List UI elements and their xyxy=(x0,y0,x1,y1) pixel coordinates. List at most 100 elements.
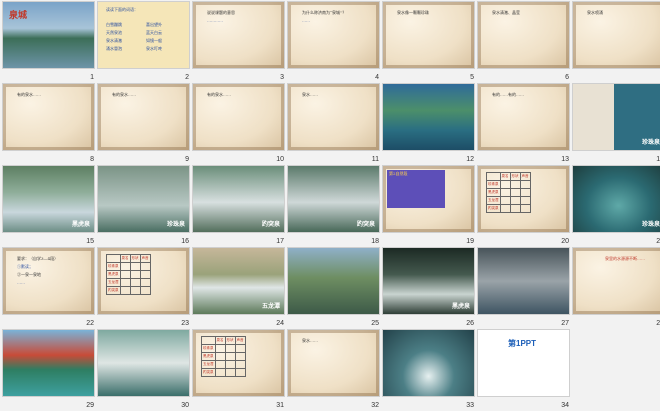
table-header: 形状 xyxy=(509,172,521,181)
slide-thumbnail[interactable]: 12 xyxy=(382,83,477,165)
slide-number: 30 xyxy=(181,402,189,409)
slide-thumbnail[interactable]: 泉名 形状 声音 珍珠泉 黑虎泉 五龙潭 趵突泉 31 xyxy=(192,329,287,411)
slide-thumbnail[interactable]: 五龙潭 24 xyxy=(192,247,287,329)
slide-number: 21 xyxy=(656,238,660,245)
slide-preview[interactable]: 泉水像一颗颗珍珠 xyxy=(382,1,475,69)
slide-preview[interactable]: 泉水清澈、晶莹 xyxy=(477,1,570,69)
slide-thumbnail[interactable]: 30 xyxy=(97,329,192,411)
slide-preview[interactable]: 珍珠泉 xyxy=(572,83,660,151)
slide-number: 5 xyxy=(470,74,474,81)
table-row-label: 黑虎泉 xyxy=(486,188,501,197)
slide-preview[interactable]: 为什么称济南为“泉城”？ …… xyxy=(287,1,380,69)
slide-preview[interactable]: 有的泉水…… xyxy=(2,83,95,151)
slide-preview[interactable]: 要求：（自学3—4段） ①默读； ②一泉一泉地 …… xyxy=(2,247,95,315)
table-header: 泉名 xyxy=(119,254,131,263)
slide-preview[interactable]: 泉名 形状 声音 珍珠泉 黑虎泉 五龙潭 趵突泉 xyxy=(192,329,285,397)
slide-preview[interactable]: 有的泉水…… xyxy=(192,83,285,151)
slide-preview[interactable]: 五龙潭 xyxy=(192,247,285,315)
slide-thumbnail[interactable]: 第2自然段 19 xyxy=(382,165,477,247)
slide-number: 16 xyxy=(181,238,189,245)
slide-thumbnail[interactable]: 泉水像一颗颗珍珠 5 xyxy=(382,1,477,83)
slide-thumbnail[interactable]: 有的泉水…… 10 xyxy=(192,83,287,165)
slide-preview[interactable]: 泉名 形状 声音 珍珠泉 黑虎泉 五龙潭 趵突泉 xyxy=(97,247,190,315)
slide-preview[interactable]: 泉城 xyxy=(2,1,95,69)
slide-preview[interactable]: 泉里的水源源不断…… xyxy=(572,247,660,315)
slide-thumbnail[interactable]: 29 xyxy=(2,329,97,411)
slide-thumbnail[interactable]: 珍珠泉 16 xyxy=(97,165,192,247)
slide-text: ………… xyxy=(207,18,223,23)
slide-thumbnail[interactable]: 黑虎泉 26 xyxy=(382,247,477,329)
slide-text: 有的泉水…… xyxy=(17,92,41,97)
slide-text: 泉水叮咚 xyxy=(146,46,162,51)
slide-thumbnail[interactable]: 读读下面的词语： 白雪蹦跳 喜出望外 天然泉池 蓝天白云 泉水清澈 如镜一般 涌水冒泡 泉水叮咚… xyxy=(97,1,192,83)
table-row-label: 趵突泉 xyxy=(201,368,216,377)
slide-preview[interactable] xyxy=(382,329,475,397)
slide-preview[interactable]: 有的……有的…… xyxy=(477,83,570,151)
slide-preview[interactable]: 泉名 形状 声音 珍珠泉 黑虎泉 五龙潭 趵突泉 xyxy=(477,165,570,233)
slide-preview[interactable] xyxy=(382,83,475,151)
table-row-label: 珍珠泉 xyxy=(201,344,216,353)
slide-preview[interactable]: 有的泉水…… xyxy=(97,83,190,151)
slide-number: 6 xyxy=(565,74,569,81)
photo-caption: 珍珠泉 xyxy=(641,140,660,146)
slide-thumbnail[interactable]: 泉名 形状 声音 珍珠泉 黑虎泉 五龙潭 趵突泉 20 xyxy=(477,165,572,247)
slide-preview[interactable]: 趵突泉 xyxy=(287,165,380,233)
slide-thumbnail[interactable]: 泉名 形状 声音 珍珠泉 黑虎泉 五龙潭 趵突泉 23 xyxy=(97,247,192,329)
slide-thumbnail[interactable]: 为什么称济南为“泉城”？ …… 4 xyxy=(287,1,382,83)
slide-number: 33 xyxy=(466,402,474,409)
slide-preview[interactable] xyxy=(2,329,95,397)
slide-number: 8 xyxy=(90,156,94,163)
table-header: 形状 xyxy=(224,336,236,345)
slide-thumbnail[interactable]: 说说课题的意思 ………… 3 xyxy=(192,1,287,83)
slide-thumbnail[interactable]: 泉里的水源源不断…… 28 xyxy=(572,247,660,329)
slide-thumbnail[interactable]: 泉城 1 xyxy=(2,1,97,83)
slide-thumbnail[interactable]: 27 xyxy=(477,247,572,329)
slide-preview[interactable] xyxy=(97,329,190,397)
slide-preview[interactable]: 泉水喷涌 xyxy=(572,1,660,69)
slide-text: 有的泉水…… xyxy=(112,92,136,97)
slide-thumbnail[interactable]: 珍珠泉 21 xyxy=(572,165,660,247)
slide-thumbnail[interactable]: 泉水清澈、晶莹 6 xyxy=(477,1,572,83)
slide-thumbnail[interactable]: 珍珠泉 14 xyxy=(572,83,660,165)
slide-preview[interactable]: 说说课题的意思 ………… xyxy=(192,1,285,69)
slide-number: 10 xyxy=(276,156,284,163)
table-row-label: 珍珠泉 xyxy=(486,180,501,189)
slide-thumbnail[interactable]: 有的……有的…… 13 xyxy=(477,83,572,165)
slide-thumbnail[interactable]: 泉水喷涌7 xyxy=(572,1,660,83)
slide-preview[interactable]: 读读下面的词语： 白雪蹦跳 喜出望外 天然泉池 蓝天白云 泉水清澈 如镜一般 涌水冒泡 泉水叮咚 xyxy=(97,1,190,69)
photo-caption: 珍珠泉 xyxy=(641,222,660,228)
slide-thumbnail[interactable]: 趵突泉 17 xyxy=(192,165,287,247)
slide-thumbnail[interactable]: 趵突泉 18 xyxy=(287,165,382,247)
slide-thumbnail[interactable]: 黑虎泉 15 xyxy=(2,165,97,247)
slide-number: 20 xyxy=(561,238,569,245)
slide-number: 12 xyxy=(466,156,474,163)
slide-preview[interactable]: 黑虎泉 xyxy=(382,247,475,315)
slide-thumbnail[interactable]: 泉水…… 32 xyxy=(287,329,382,411)
slide-thumbnail[interactable]: 有的泉水…… 8 xyxy=(2,83,97,165)
text-panel xyxy=(387,170,445,208)
slide-preview[interactable]: 趵突泉 xyxy=(192,165,285,233)
slide-text: ②一泉一泉地 xyxy=(17,272,41,277)
table-row-label: 五龙潭 xyxy=(106,278,121,287)
comparison-table: 泉名 形状 声音 珍珠泉 黑虎泉 五龙潭 趵突泉 xyxy=(201,336,246,377)
slide-preview[interactable]: 珍珠泉 xyxy=(97,165,190,233)
slide-number: 29 xyxy=(86,402,94,409)
slide-thumbnail[interactable]: 33 xyxy=(382,329,477,411)
slide-thumbnail[interactable]: 泉水…… 11 xyxy=(287,83,382,165)
slide-thumbnail[interactable]: 要求：（自学3—4段） ①默读； ②一泉一泉地 …… 22 xyxy=(2,247,97,329)
slide-preview[interactable] xyxy=(287,247,380,315)
slide-text: 白雪蹦跳 xyxy=(106,22,122,27)
slide-preview[interactable]: 泉水…… xyxy=(287,329,380,397)
slide-preview[interactable]: 第1PPT xyxy=(477,329,570,397)
slide-number: 25 xyxy=(371,320,379,327)
slide-preview[interactable]: 黑虎泉 xyxy=(2,165,95,233)
slide-thumbnail[interactable]: 有的泉水…… 9 xyxy=(97,83,192,165)
slide-preview[interactable]: 泉水…… xyxy=(287,83,380,151)
slide-thumbnail[interactable]: 第1PPT 34 xyxy=(477,329,572,411)
slide-preview[interactable] xyxy=(477,247,570,315)
slide-thumbnail[interactable]: 25 xyxy=(287,247,382,329)
slide-preview[interactable]: 珍珠泉 xyxy=(572,165,660,233)
slide-text: 泉里的水源源不断…… xyxy=(605,256,645,261)
slide-preview[interactable]: 第2自然段 xyxy=(382,165,475,233)
table-row-label: 珍珠泉 xyxy=(106,262,121,271)
